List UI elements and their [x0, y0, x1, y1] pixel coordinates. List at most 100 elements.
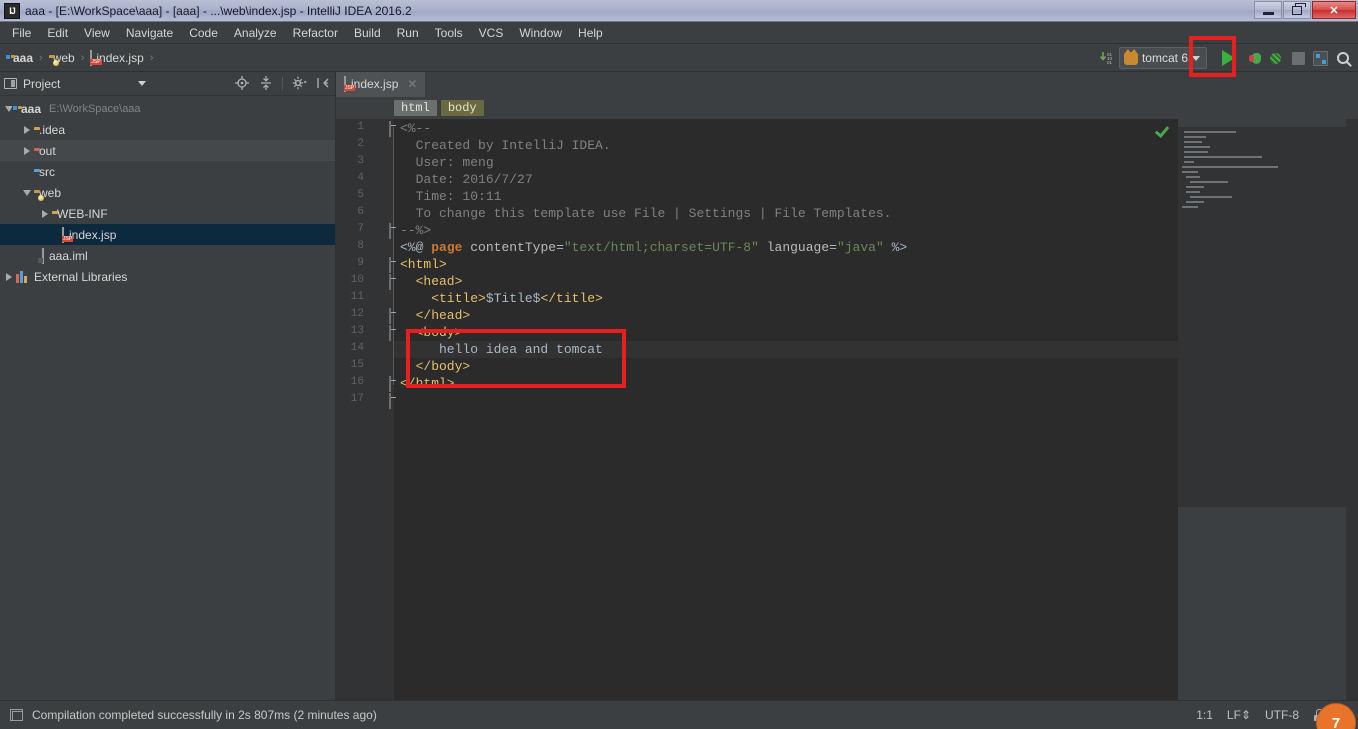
- tree-node-idea[interactable]: .idea: [0, 119, 335, 140]
- menu-item-window[interactable]: Window: [511, 24, 570, 42]
- breadcrumb-html[interactable]: html: [394, 100, 437, 116]
- chevron-right-icon[interactable]: [20, 146, 34, 155]
- minimize-button[interactable]: [1254, 1, 1282, 19]
- notification-badge[interactable]: 7: [1316, 703, 1356, 729]
- tree-node-aaa-iml[interactable]: aaa.iml: [0, 245, 335, 266]
- breadcrumb-separator: ›: [149, 51, 154, 64]
- window-controls: ✕: [1254, 1, 1356, 19]
- editor-breadcrumbs: html body: [336, 97, 1358, 119]
- menu-item-help[interactable]: Help: [570, 24, 611, 42]
- line-number: 13: [350, 325, 364, 337]
- locate-target-icon[interactable]: [234, 75, 250, 91]
- ok-check-icon[interactable]: [1156, 123, 1170, 137]
- editor-area: index.jsp ✕ html body 1 2 3 4 5 6 7 8 9 …: [336, 72, 1358, 700]
- window-title: aaa - [E:\WorkSpace\aaa] - [aaa] - ...\w…: [25, 3, 412, 18]
- menu-bar: File Edit View Navigate Code Analyze Ref…: [0, 22, 1358, 44]
- event-log-icon[interactable]: [10, 709, 23, 721]
- tree-node-label: .idea: [39, 122, 66, 137]
- run-with-coverage-button[interactable]: [1268, 51, 1283, 66]
- settings-gear-icon[interactable]: [291, 75, 307, 91]
- project-structure-button[interactable]: [1313, 50, 1328, 66]
- editor-gutter[interactable]: 1 2 3 4 5 6 7 8 9 10 11 12 13 14 15 16 1…: [336, 119, 394, 700]
- tree-node-web[interactable]: web: [0, 182, 335, 203]
- hide-panel-icon[interactable]: [315, 75, 331, 91]
- navigation-toolbar: aaa › web › index.jsp › 011001 tomcat 6: [0, 44, 1358, 72]
- line-number: 7: [357, 223, 364, 235]
- run-configuration-selector[interactable]: tomcat 6: [1118, 47, 1207, 69]
- editor-tab-bar: index.jsp ✕: [336, 72, 1358, 97]
- collapse-all-icon[interactable]: [258, 75, 274, 91]
- restore-button[interactable]: [1283, 1, 1311, 19]
- tree-node-index-jsp[interactable]: index.jsp: [0, 224, 335, 245]
- menu-item-view[interactable]: View: [76, 24, 118, 42]
- error-stripe-marker-bar[interactable]: [1346, 119, 1358, 700]
- close-icon[interactable]: ✕: [407, 77, 417, 91]
- run-configuration-name: tomcat 6: [1141, 51, 1188, 65]
- debug-button[interactable]: [1249, 51, 1264, 66]
- menu-item-vcs[interactable]: VCS: [471, 24, 512, 42]
- tab-label: index.jsp: [351, 76, 399, 91]
- tree-node-aaa[interactable]: aaa E:\WorkSpace\aaa: [0, 98, 335, 119]
- breadcrumb-folder-web[interactable]: web: [46, 51, 78, 66]
- chevron-down-icon[interactable]: [20, 189, 34, 196]
- search-icon: [1337, 52, 1349, 64]
- breadcrumb-module-aaa[interactable]: aaa: [5, 51, 36, 65]
- menu-item-run[interactable]: Run: [389, 24, 427, 42]
- iml-file-icon: [42, 247, 44, 264]
- line-separator[interactable]: LF⇕: [1227, 708, 1251, 722]
- project-panel-header: Project: [0, 72, 335, 96]
- menu-item-edit[interactable]: Edit: [39, 24, 76, 42]
- chevron-right-icon[interactable]: [20, 125, 34, 134]
- jsp-file-icon: [62, 226, 64, 243]
- tree-node-src[interactable]: src: [0, 161, 335, 182]
- intellij-idea-icon: IJ: [4, 2, 20, 19]
- close-button[interactable]: ✕: [1312, 1, 1356, 19]
- menu-item-refactor[interactable]: Refactor: [285, 24, 346, 42]
- project-tree[interactable]: aaa E:\WorkSpace\aaa .idea out src web W…: [0, 96, 335, 700]
- menu-item-build[interactable]: Build: [346, 24, 389, 42]
- tree-node-label: index.jsp: [69, 227, 117, 242]
- line-number: 17: [350, 393, 364, 405]
- editor-minimap[interactable]: [1178, 119, 1358, 700]
- toolbar-right-group: 01 10 01 tomcat 6: [1099, 44, 1354, 72]
- jsp-file-icon: [344, 75, 346, 92]
- line-number: 11: [350, 291, 364, 303]
- chevron-right-icon[interactable]: [2, 272, 16, 281]
- tree-node-label: aaa: [21, 101, 42, 116]
- menu-item-analyze[interactable]: Analyze: [226, 24, 285, 42]
- file-encoding[interactable]: UTF-8: [1265, 708, 1299, 722]
- svg-text:01: 01: [1107, 60, 1113, 65]
- menu-item-tools[interactable]: Tools: [427, 24, 471, 42]
- run-button[interactable]: [1211, 50, 1245, 66]
- line-number: 12: [350, 308, 364, 320]
- breadcrumb-file-index-jsp[interactable]: index.jsp: [87, 49, 146, 66]
- line-number: 5: [357, 189, 364, 201]
- line-number: 2: [357, 138, 364, 150]
- tree-node-out[interactable]: out: [0, 140, 335, 161]
- search-button[interactable]: [1332, 52, 1354, 64]
- tree-node-label: aaa.iml: [49, 248, 88, 263]
- menu-item-code[interactable]: Code: [181, 24, 226, 42]
- minimap-preview[interactable]: [1178, 127, 1358, 507]
- tree-node-external-libraries[interactable]: External Libraries: [0, 266, 335, 287]
- line-number: 4: [357, 172, 364, 184]
- caret-position[interactable]: 1:1: [1196, 708, 1213, 722]
- libraries-icon: [16, 270, 29, 283]
- code-editor[interactable]: 1 2 3 4 5 6 7 8 9 10 11 12 13 14 15 16 1…: [336, 119, 1358, 700]
- stop-button[interactable]: [1287, 51, 1309, 65]
- menu-item-file[interactable]: File: [4, 24, 39, 42]
- breadcrumb-separator: ›: [80, 51, 85, 64]
- divider: [282, 76, 283, 90]
- chevron-right-icon[interactable]: [38, 209, 52, 218]
- status-bar: Compilation completed successfully in 2s…: [0, 700, 1358, 729]
- chevron-down-icon[interactable]: [138, 81, 147, 86]
- tree-node-path: E:\WorkSpace\aaa: [49, 102, 141, 115]
- breadcrumb-body[interactable]: body: [440, 100, 484, 116]
- tab-index-jsp[interactable]: index.jsp ✕: [336, 72, 426, 97]
- chevron-down-icon: [1192, 55, 1200, 61]
- line-number: 9: [357, 257, 364, 269]
- menu-item-navigate[interactable]: Navigate: [118, 24, 181, 42]
- tree-node-label: External Libraries: [34, 269, 128, 284]
- tree-node-web-inf[interactable]: WEB-INF: [0, 203, 335, 224]
- update-project-icon[interactable]: 01 10 01: [1099, 50, 1115, 66]
